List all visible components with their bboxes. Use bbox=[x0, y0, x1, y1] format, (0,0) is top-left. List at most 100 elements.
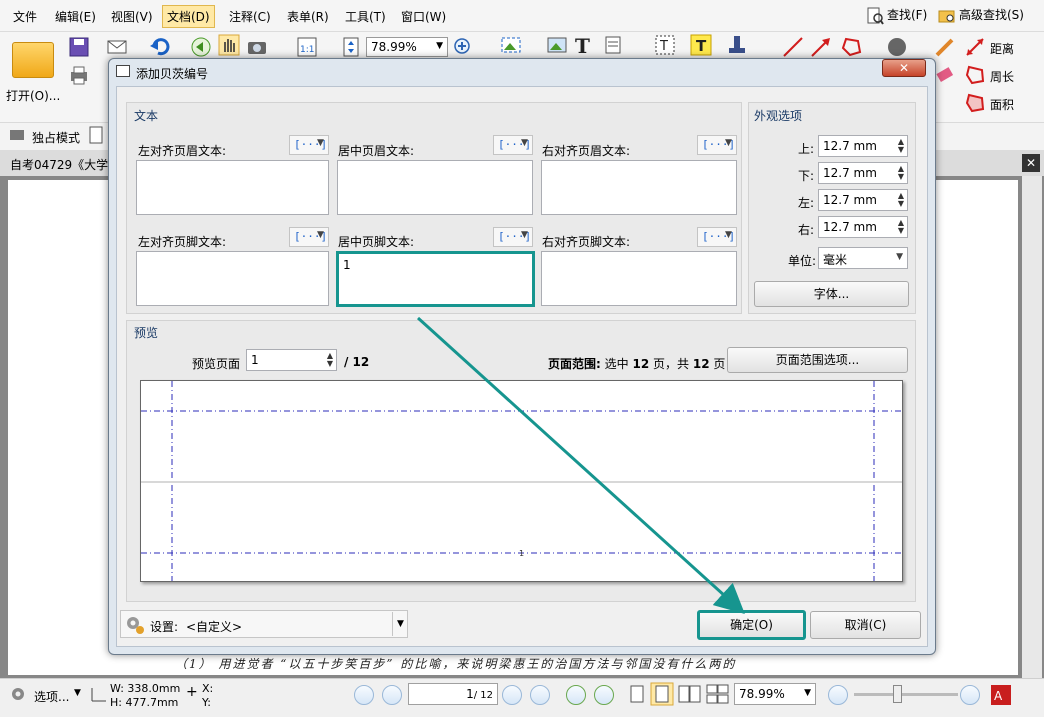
print-icon[interactable] bbox=[68, 64, 90, 86]
actual-size-icon[interactable]: 1:1 bbox=[296, 36, 318, 58]
spinner-arrows-icon[interactable]: ▲ ▼ bbox=[327, 352, 333, 368]
pencil-icon[interactable] bbox=[934, 36, 956, 58]
spinner-arrows-icon[interactable]: ▲ ▼ bbox=[898, 165, 904, 181]
center-footer-macro-button[interactable]: [···] ▼ bbox=[493, 227, 533, 247]
center-header-input[interactable] bbox=[337, 160, 533, 215]
open-button-label[interactable]: 打开(O)... bbox=[6, 87, 60, 104]
center-footer-input[interactable]: 1 bbox=[336, 251, 535, 307]
margin-right-spinner[interactable]: 12.7 mm ▲ ▼ bbox=[818, 216, 908, 238]
line-icon[interactable] bbox=[782, 36, 804, 58]
zoom-slider-track[interactable] bbox=[854, 693, 958, 696]
polygon-icon[interactable] bbox=[840, 36, 862, 58]
menu-window[interactable]: 窗口(W) bbox=[398, 7, 449, 26]
unit-select[interactable]: 毫米 ▼ bbox=[818, 247, 908, 269]
menu-tools[interactable]: 工具(T) bbox=[342, 7, 389, 26]
menu-edit[interactable]: 编辑(E) bbox=[52, 7, 99, 26]
page-range-options-button[interactable]: 页面范围选项... bbox=[727, 347, 908, 373]
status-zoom-combo[interactable]: 78.99% ▼ bbox=[734, 683, 816, 705]
right-header-macro-button[interactable]: [···] ▼ bbox=[697, 135, 737, 155]
go-forward-icon[interactable] bbox=[594, 685, 614, 705]
settings-dropdown-icon[interactable]: ▼ bbox=[392, 612, 408, 636]
perimeter-icon[interactable] bbox=[964, 64, 986, 86]
menu-comment[interactable]: 注释(C) bbox=[226, 7, 274, 26]
margin-bottom-spinner[interactable]: 12.7 mm ▲ ▼ bbox=[818, 162, 908, 184]
document-tab[interactable]: 自考04729《大学 bbox=[10, 156, 108, 173]
snapshot-icon[interactable] bbox=[246, 36, 268, 58]
spinner-arrows-icon[interactable]: ▲ ▼ bbox=[898, 219, 904, 235]
spinner-arrows-icon[interactable]: ▲ ▼ bbox=[898, 192, 904, 208]
first-page-icon[interactable] bbox=[354, 685, 374, 705]
cancel-button[interactable]: 取消(C) bbox=[810, 611, 921, 639]
margin-top-spinner[interactable]: 12.7 mm ▲ ▼ bbox=[818, 135, 908, 157]
left-footer-input[interactable] bbox=[136, 251, 329, 306]
hand-tool-icon[interactable] bbox=[218, 34, 240, 56]
area-label[interactable]: 面积 bbox=[990, 96, 1014, 113]
crosshair-icon: + bbox=[186, 684, 198, 700]
gear-icon[interactable] bbox=[8, 684, 28, 704]
ok-button[interactable]: 确定(O) bbox=[697, 610, 806, 640]
options-button[interactable]: 选项... bbox=[34, 688, 69, 705]
next-page-icon[interactable] bbox=[502, 685, 522, 705]
preview-page-spinner[interactable]: 1 ▲ ▼ bbox=[246, 349, 337, 371]
stamp-icon[interactable] bbox=[726, 34, 748, 56]
text-tool-icon[interactable]: T bbox=[572, 34, 594, 56]
distance-label[interactable]: 距离 bbox=[990, 40, 1014, 57]
continuous-facing-icon[interactable] bbox=[706, 684, 730, 704]
back-icon[interactable] bbox=[190, 36, 212, 58]
highlight-text-icon[interactable]: T bbox=[690, 34, 712, 56]
document-settings-icon[interactable] bbox=[88, 126, 106, 144]
zoom-in-icon[interactable] bbox=[452, 36, 474, 58]
last-page-icon[interactable] bbox=[530, 685, 550, 705]
open-folder-icon[interactable] bbox=[12, 42, 54, 78]
perimeter-label[interactable]: 周长 bbox=[990, 68, 1014, 85]
right-footer-input[interactable] bbox=[541, 251, 737, 306]
go-back-icon[interactable] bbox=[566, 685, 586, 705]
right-footer-macro-button[interactable]: [···] ▼ bbox=[697, 227, 737, 247]
undo-icon[interactable] bbox=[148, 36, 170, 58]
menu-form[interactable]: 表单(R) bbox=[284, 7, 332, 26]
zoom-combo[interactable]: 78.99% ▼ bbox=[366, 37, 448, 57]
options-dropdown-icon[interactable]: ▼ bbox=[74, 688, 81, 698]
vertical-scrollbar[interactable] bbox=[1022, 176, 1042, 678]
dialog-close-button[interactable]: ✕ bbox=[882, 59, 926, 77]
left-header-input[interactable] bbox=[136, 160, 329, 215]
email-icon[interactable] bbox=[106, 36, 128, 58]
margin-left-spinner[interactable]: 12.7 mm ▲ ▼ bbox=[818, 189, 908, 211]
eraser-icon[interactable] bbox=[934, 64, 956, 86]
left-footer-macro-button[interactable]: [···] ▼ bbox=[289, 227, 329, 247]
font-button[interactable]: 字体... bbox=[754, 281, 909, 307]
left-header-macro-button[interactable]: [···] ▼ bbox=[289, 135, 329, 155]
right-header-input[interactable] bbox=[541, 160, 737, 215]
facing-pages-icon[interactable] bbox=[678, 684, 702, 704]
menu-view[interactable]: 视图(V) bbox=[108, 7, 156, 26]
single-page-icon[interactable] bbox=[628, 684, 646, 704]
close-document-icon[interactable]: ✕ bbox=[1022, 154, 1040, 172]
fit-page-icon[interactable] bbox=[340, 36, 362, 58]
arrow-icon[interactable] bbox=[810, 36, 832, 58]
settings-value[interactable]: <自定义> bbox=[186, 618, 242, 635]
textbox-icon[interactable]: T bbox=[654, 34, 676, 56]
center-header-macro-button[interactable]: [···] ▼ bbox=[493, 135, 533, 155]
shape-icon[interactable] bbox=[886, 36, 908, 58]
pdf-icon[interactable]: A bbox=[990, 684, 1012, 706]
previous-page-icon[interactable] bbox=[382, 685, 402, 705]
page-number-field[interactable]: 1/ 12 bbox=[408, 683, 498, 705]
spinner-arrows-icon[interactable]: ▲ ▼ bbox=[898, 138, 904, 154]
chevron-down-icon: ▼ bbox=[317, 230, 324, 240]
advanced-find-button[interactable]: 高级查找(S) bbox=[938, 6, 1024, 25]
typewriter-icon[interactable] bbox=[604, 34, 626, 56]
distance-icon[interactable] bbox=[964, 36, 986, 58]
find-button[interactable]: 查找(F) bbox=[866, 6, 927, 25]
menu-document[interactable]: 文档(D) bbox=[162, 5, 215, 28]
zoom-in-status-icon[interactable] bbox=[960, 685, 980, 705]
zoom-out-icon[interactable] bbox=[828, 685, 848, 705]
continuous-page-icon[interactable] bbox=[650, 682, 674, 706]
save-icon[interactable] bbox=[68, 36, 90, 58]
image-icon[interactable] bbox=[546, 34, 568, 56]
zoom-slider-thumb[interactable] bbox=[893, 685, 902, 703]
menu-file[interactable]: 文件 bbox=[10, 7, 40, 26]
exclusive-mode-label[interactable]: 独占模式 bbox=[32, 129, 80, 146]
area-icon[interactable] bbox=[964, 92, 986, 114]
select-image-icon[interactable] bbox=[500, 34, 522, 56]
page-width: W: 338.0mm bbox=[110, 682, 181, 695]
